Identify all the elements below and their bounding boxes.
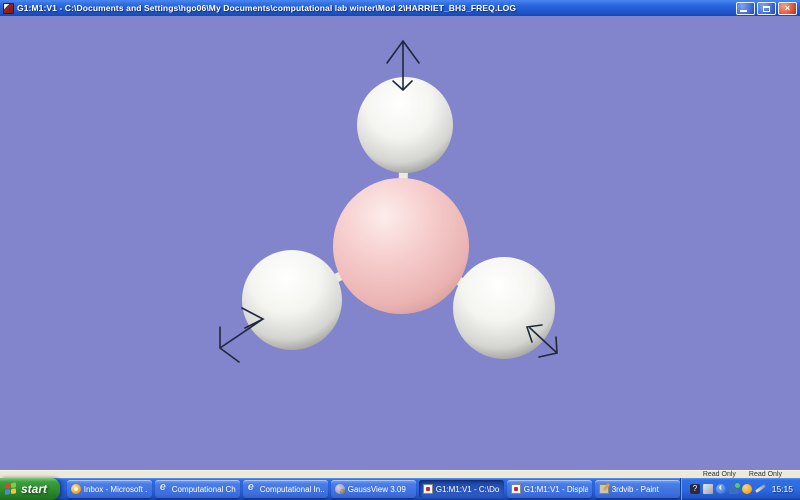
molecule-viewport[interactable]: [0, 16, 800, 470]
restore-button[interactable]: [757, 2, 776, 15]
outlook-icon: [71, 484, 81, 494]
hide-icons-chevron-icon[interactable]: [716, 484, 726, 494]
internet-explorer-icon: [159, 484, 169, 494]
boron-atom[interactable]: [333, 178, 469, 314]
hydrogen-atom-left[interactable]: [242, 250, 342, 350]
paint-icon: [599, 484, 609, 494]
minimize-button[interactable]: [736, 2, 755, 15]
bh3-molecule-render: [0, 16, 800, 470]
taskbar: start Inbox - Microsoft ... Computationa…: [0, 478, 800, 500]
taskbar-item-gaussview[interactable]: GaussView 3.09: [331, 480, 416, 498]
close-button[interactable]: ×: [778, 2, 797, 15]
taskbar-item-paint[interactable]: 3rdvib - Paint: [595, 480, 680, 498]
gaussview-app-icon: [3, 3, 14, 14]
gaussview-document-icon: [511, 484, 521, 494]
readonly-status-left: Read Only: [703, 471, 736, 478]
statusbar: Read Only Read Only: [0, 470, 800, 478]
windows-logo-icon: [5, 482, 17, 495]
stylus-icon[interactable]: [755, 484, 765, 494]
system-tray: 15:15: [680, 478, 800, 500]
taskbar-clock[interactable]: 15:15: [772, 484, 793, 494]
restore-icon: [763, 6, 770, 12]
taskbar-item-computational-in[interactable]: Computational In...: [243, 480, 328, 498]
window-controls: ×: [736, 2, 797, 15]
readonly-status-right: Read Only: [749, 471, 782, 478]
question-mark-icon[interactable]: [690, 484, 700, 494]
start-button[interactable]: start: [0, 478, 60, 500]
start-button-label: start: [21, 482, 47, 496]
window-title: G1:M1:V1 - C:\Documents and Settings\hgo…: [17, 3, 733, 13]
taskbar-item-inbox[interactable]: Inbox - Microsoft ...: [67, 480, 152, 498]
usb-device-icon[interactable]: [703, 484, 713, 494]
gaussview-icon: [335, 484, 345, 494]
taskbar-item-g1m1v1-display[interactable]: G1:M1:V1 - Displa...: [507, 480, 592, 498]
taskbar-item-computational-ch[interactable]: Computational Ch...: [155, 480, 240, 498]
gaussview-document-icon: [423, 484, 433, 494]
internet-explorer-icon: [247, 484, 257, 494]
taskbar-items: Inbox - Microsoft ... Computational Ch..…: [67, 480, 680, 498]
hydrogen-atom-right[interactable]: [453, 257, 555, 359]
minimize-icon: [740, 10, 747, 12]
messenger-icon[interactable]: [742, 484, 752, 494]
window-titlebar[interactable]: G1:M1:V1 - C:\Documents and Settings\hgo…: [0, 0, 800, 16]
hydrogen-atom-top[interactable]: [357, 77, 453, 173]
desktop-screen: G1:M1:V1 - C:\Documents and Settings\hgo…: [0, 0, 800, 500]
taskbar-item-g1m1v1-file[interactable]: G1:M1:V1 - C:\Do...: [419, 480, 504, 498]
network-status-icon[interactable]: [729, 484, 739, 494]
